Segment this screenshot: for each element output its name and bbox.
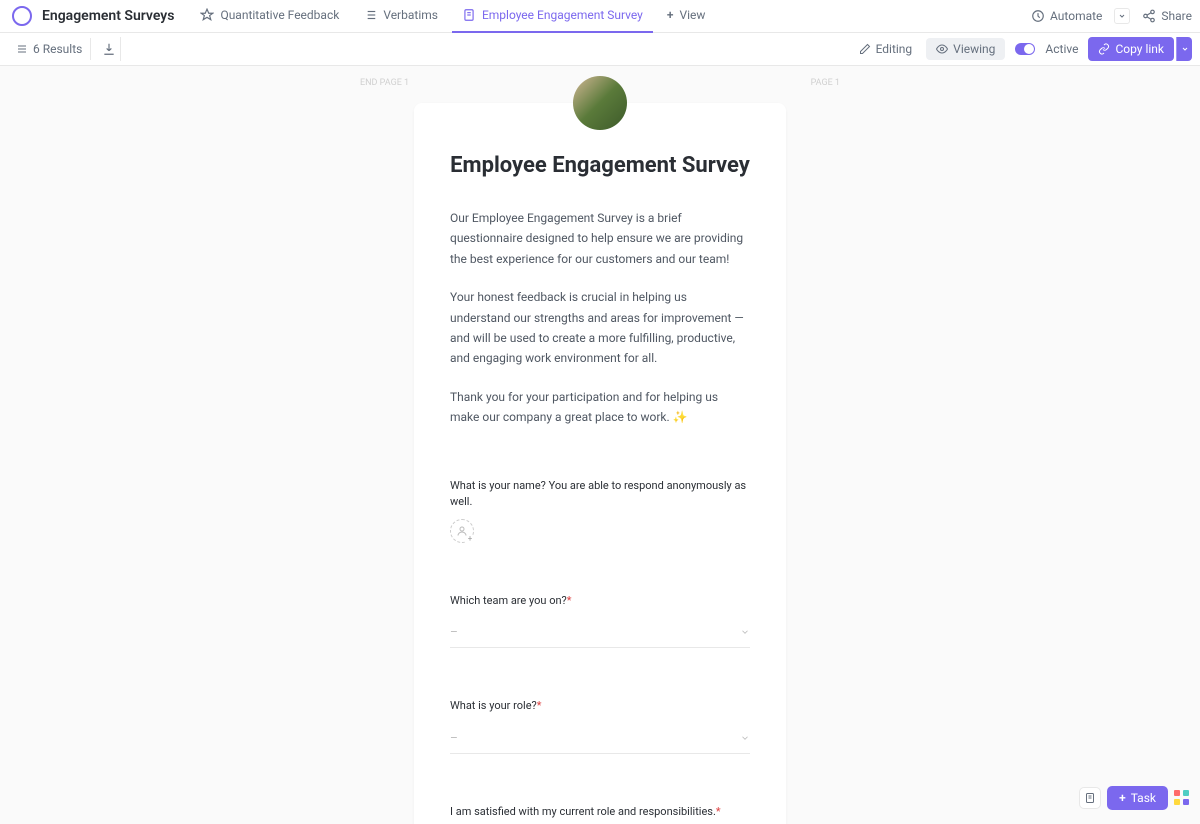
question-name: What is your name? You are able to respo…: [450, 478, 750, 543]
list-icon: [363, 8, 377, 22]
pin-icon: [200, 8, 214, 22]
tab-label: Quantitative Feedback: [220, 8, 339, 22]
automate-icon: [1031, 9, 1045, 23]
copy-link-button[interactable]: Copy link: [1088, 37, 1174, 61]
automate-label: Automate: [1050, 9, 1102, 23]
question-text: I am satisfied with my current role and …: [450, 805, 716, 818]
list-icon: [16, 43, 28, 55]
automate-button[interactable]: Automate: [1031, 9, 1102, 23]
note-icon: [1084, 792, 1096, 804]
question-label: Which team are you on?*: [450, 593, 750, 610]
download-button[interactable]: [97, 37, 121, 61]
page-title: Engagement Surveys: [42, 8, 174, 24]
active-label: Active: [1045, 42, 1078, 56]
required-star: *: [567, 594, 572, 607]
chevron-down-icon: [740, 733, 750, 743]
toolbar-right: Editing Viewing Active Copy link: [849, 37, 1192, 61]
notepad-fab[interactable]: [1079, 787, 1101, 809]
share-label: Share: [1161, 9, 1192, 23]
question-text: Which team are you on?: [450, 594, 567, 607]
chevron-down-icon: [1118, 12, 1126, 20]
topbar-right: Automate Share: [1031, 8, 1192, 24]
viewing-mode-button[interactable]: Viewing: [926, 38, 1005, 60]
form-card: Employee Engagement Survey Our Employee …: [414, 103, 786, 824]
chevron-down-icon: [740, 627, 750, 637]
editing-mode-button[interactable]: Editing: [849, 38, 923, 60]
required-star: *: [537, 699, 542, 712]
app-dot: [1183, 799, 1189, 805]
role-dropdown[interactable]: –: [450, 723, 750, 754]
plus-icon: +: [667, 8, 674, 22]
app-dot: [1174, 799, 1180, 805]
question-label: I am satisfied with my current role and …: [450, 804, 750, 821]
form-avatar[interactable]: [573, 76, 627, 130]
dropdown-placeholder: –: [450, 731, 458, 745]
dropdown-placeholder: –: [450, 625, 458, 639]
results-button[interactable]: 6 Results: [8, 38, 91, 60]
copy-link-chevron[interactable]: [1176, 37, 1192, 61]
plus-icon: +: [1119, 791, 1126, 805]
tab-label: View: [679, 8, 705, 22]
user-picker[interactable]: +: [450, 519, 474, 543]
toolbar: 6 Results Editing Viewing Active Copy li…: [0, 33, 1200, 66]
viewing-label: Viewing: [953, 42, 995, 56]
apps-fab[interactable]: [1174, 790, 1190, 806]
toolbar-left: 6 Results: [8, 37, 121, 61]
task-label: Task: [1131, 791, 1156, 805]
chevron-down-icon: [1181, 45, 1189, 53]
logo-icon[interactable]: [12, 6, 32, 26]
form-title: Employee Engagement Survey: [450, 153, 750, 178]
tab-employee-engagement-survey[interactable]: Employee Engagement Survey: [452, 0, 653, 33]
form-wrapper: Employee Engagement Survey Our Employee …: [414, 76, 786, 824]
question-satisfied: I am satisfied with my current role and …: [450, 804, 750, 824]
copy-link-label: Copy link: [1115, 42, 1164, 56]
share-icon: [1142, 9, 1156, 23]
topbar-left: Engagement Surveys Quantitative Feedback…: [8, 0, 715, 33]
app-dot: [1183, 790, 1189, 796]
question-label: What is your role?*: [450, 698, 750, 715]
top-bar: Engagement Surveys Quantitative Feedback…: [0, 0, 1200, 33]
automate-chevron[interactable]: [1114, 8, 1130, 24]
page-hint-right: PAGE 1: [811, 78, 840, 88]
mode-toggle: Editing Viewing: [849, 38, 1006, 60]
task-fab[interactable]: + Task: [1107, 786, 1168, 810]
tab-label: Employee Engagement Survey: [482, 8, 643, 22]
tab-label: Verbatims: [383, 8, 438, 22]
form-description-2: Your honest feedback is crucial in helpi…: [450, 287, 750, 369]
pencil-icon: [859, 43, 871, 55]
tab-quantitative-feedback[interactable]: Quantitative Feedback: [190, 0, 349, 33]
download-icon: [102, 42, 116, 56]
form-description-3: Thank you for your participation and for…: [450, 387, 750, 428]
tab-verbatims[interactable]: Verbatims: [353, 0, 448, 33]
link-icon: [1098, 43, 1110, 55]
active-toggle[interactable]: [1015, 43, 1035, 55]
form-description-1: Our Employee Engagement Survey is a brie…: [450, 208, 750, 269]
form-icon: [462, 8, 476, 22]
share-button[interactable]: Share: [1142, 9, 1192, 23]
results-label: 6 Results: [33, 42, 82, 56]
fab-row: + Task: [1079, 786, 1190, 810]
question-text: What is your role?: [450, 699, 537, 712]
editing-label: Editing: [876, 42, 913, 56]
question-role: What is your role?* –: [450, 698, 750, 754]
eye-icon: [936, 43, 948, 55]
question-label: What is your name? You are able to respo…: [450, 478, 750, 511]
page-hint-left: END PAGE 1: [360, 78, 409, 88]
plus-icon: +: [465, 534, 475, 544]
form-canvas[interactable]: END PAGE 1 PAGE 1 Employee Engagement Su…: [0, 66, 1200, 824]
question-team: Which team are you on?* –: [450, 593, 750, 649]
tab-add-view[interactable]: + View: [657, 0, 716, 33]
required-star: *: [716, 805, 721, 818]
team-dropdown[interactable]: –: [450, 617, 750, 648]
app-dot: [1174, 790, 1180, 796]
